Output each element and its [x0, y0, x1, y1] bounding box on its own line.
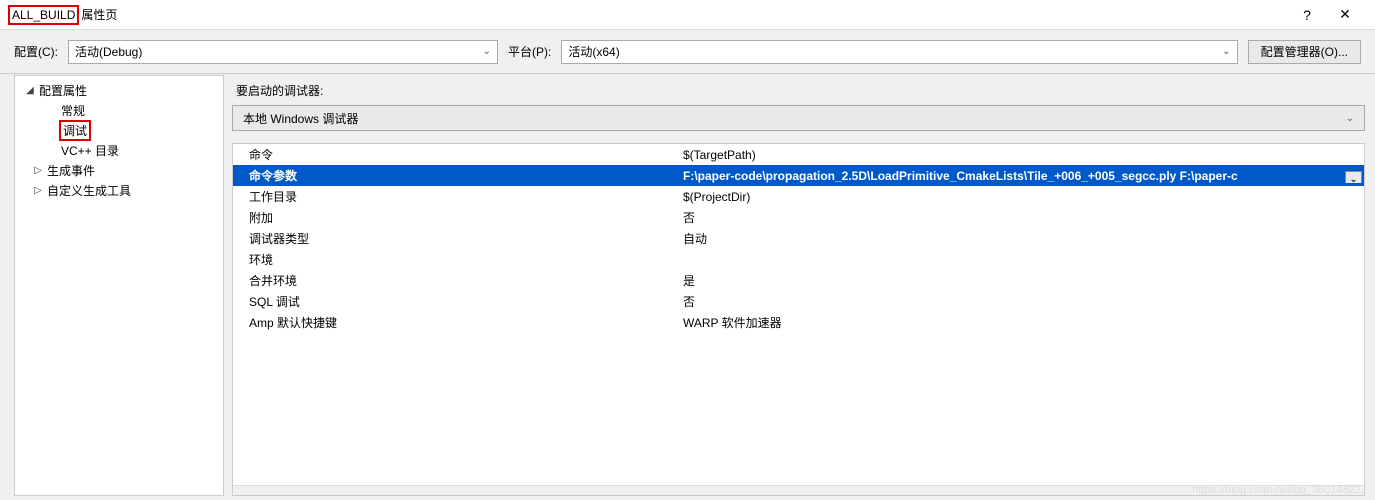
- property-grid: 命令$(TargetPath)命令参数F:\paper-code\propaga…: [232, 143, 1365, 496]
- debugger-combo-value: 本地 Windows 调试器: [243, 110, 1340, 127]
- close-icon[interactable]: ✕: [1335, 6, 1355, 23]
- config-label: 配置(C):: [14, 43, 58, 60]
- grid-row-value[interactable]: 否: [683, 293, 1364, 310]
- config-combo[interactable]: 活动(Debug) ⌄: [68, 40, 498, 64]
- grid-row[interactable]: Amp 默认快捷键WARP 软件加速器: [233, 312, 1364, 333]
- tree-item-label: 自定义生成工具: [45, 182, 131, 199]
- tree-item[interactable]: ▷调试: [15, 120, 223, 140]
- grid-row[interactable]: 工作目录$(ProjectDir): [233, 186, 1364, 207]
- chevron-down-icon: ⌄: [1346, 113, 1354, 124]
- property-tree[interactable]: ◢ 配置属性 ▷常规▷调试▷VC++ 目录▷生成事件▷自定义生成工具: [14, 75, 224, 496]
- grid-row[interactable]: 附加否: [233, 207, 1364, 228]
- help-icon[interactable]: ?: [1297, 7, 1317, 23]
- tree-item[interactable]: ▷VC++ 目录: [15, 140, 223, 160]
- tree-root[interactable]: ◢ 配置属性: [15, 80, 223, 100]
- debugger-combo[interactable]: 本地 Windows 调试器 ⌄: [232, 105, 1365, 131]
- titlebar: ALL_BUILD 属性页 ? ✕: [0, 0, 1375, 30]
- grid-row-label: 调试器类型: [233, 230, 683, 247]
- grid-row-value[interactable]: $(TargetPath): [683, 148, 1364, 162]
- config-combo-value: 活动(Debug): [75, 43, 477, 60]
- tree-item-label: VC++ 目录: [59, 142, 119, 159]
- config-manager-button[interactable]: 配置管理器(O)...: [1248, 40, 1361, 64]
- platform-label: 平台(P):: [508, 43, 551, 60]
- tree-item-label: 生成事件: [45, 162, 95, 179]
- expander-icon[interactable]: ▷: [31, 165, 45, 176]
- grid-row-label: 工作目录: [233, 188, 683, 205]
- grid-row[interactable]: 命令参数F:\paper-code\propagation_2.5D\LoadP…: [233, 165, 1364, 186]
- chevron-down-icon: ⌄: [483, 46, 491, 57]
- grid-row-label: 环境: [233, 251, 683, 268]
- grid-row-label: 命令参数: [233, 167, 683, 184]
- chevron-down-icon: ⌄: [1222, 46, 1230, 57]
- grid-row[interactable]: 环境: [233, 249, 1364, 270]
- grid-row-value[interactable]: 否: [683, 209, 1364, 226]
- platform-combo-value: 活动(x64): [568, 43, 1216, 60]
- grid-row[interactable]: 调试器类型自动: [233, 228, 1364, 249]
- grid-row-label: SQL 调试: [233, 293, 683, 310]
- grid-row[interactable]: 命令$(TargetPath): [233, 144, 1364, 165]
- grid-row-value[interactable]: WARP 软件加速器: [683, 314, 1364, 331]
- horizontal-scrollbar[interactable]: [233, 485, 1364, 495]
- grid-row-value[interactable]: F:\paper-code\propagation_2.5D\LoadPrimi…: [683, 169, 1364, 183]
- window-title-suffix: 属性页: [81, 6, 117, 23]
- grid-row-label: 命令: [233, 146, 683, 163]
- grid-row-label: Amp 默认快捷键: [233, 314, 683, 331]
- window-title-prefix: ALL_BUILD: [8, 5, 79, 25]
- chevron-down-icon[interactable]: ⌄: [1345, 171, 1362, 183]
- tree-root-label: 配置属性: [37, 82, 87, 99]
- launch-debugger-label: 要启动的调试器:: [232, 76, 1365, 105]
- grid-row-value[interactable]: 是: [683, 272, 1364, 289]
- toolbar: 配置(C): 活动(Debug) ⌄ 平台(P): 活动(x64) ⌄ 配置管理…: [0, 30, 1375, 74]
- tree-item-label: 调试: [59, 120, 91, 141]
- platform-combo[interactable]: 活动(x64) ⌄: [561, 40, 1237, 64]
- grid-row[interactable]: 合并环境是: [233, 270, 1364, 291]
- grid-row-value[interactable]: 自动: [683, 230, 1364, 247]
- tree-item[interactable]: ▷常规: [15, 100, 223, 120]
- tree-item-label: 常规: [59, 102, 85, 119]
- tree-item[interactable]: ▷生成事件: [15, 160, 223, 180]
- grid-row-value[interactable]: $(ProjectDir): [683, 190, 1364, 204]
- grid-row-label: 合并环境: [233, 272, 683, 289]
- expander-icon[interactable]: ▷: [31, 185, 45, 196]
- tree-item[interactable]: ▷自定义生成工具: [15, 180, 223, 200]
- grid-row-label: 附加: [233, 209, 683, 226]
- expander-icon[interactable]: ◢: [23, 85, 37, 96]
- grid-row[interactable]: SQL 调试否: [233, 291, 1364, 312]
